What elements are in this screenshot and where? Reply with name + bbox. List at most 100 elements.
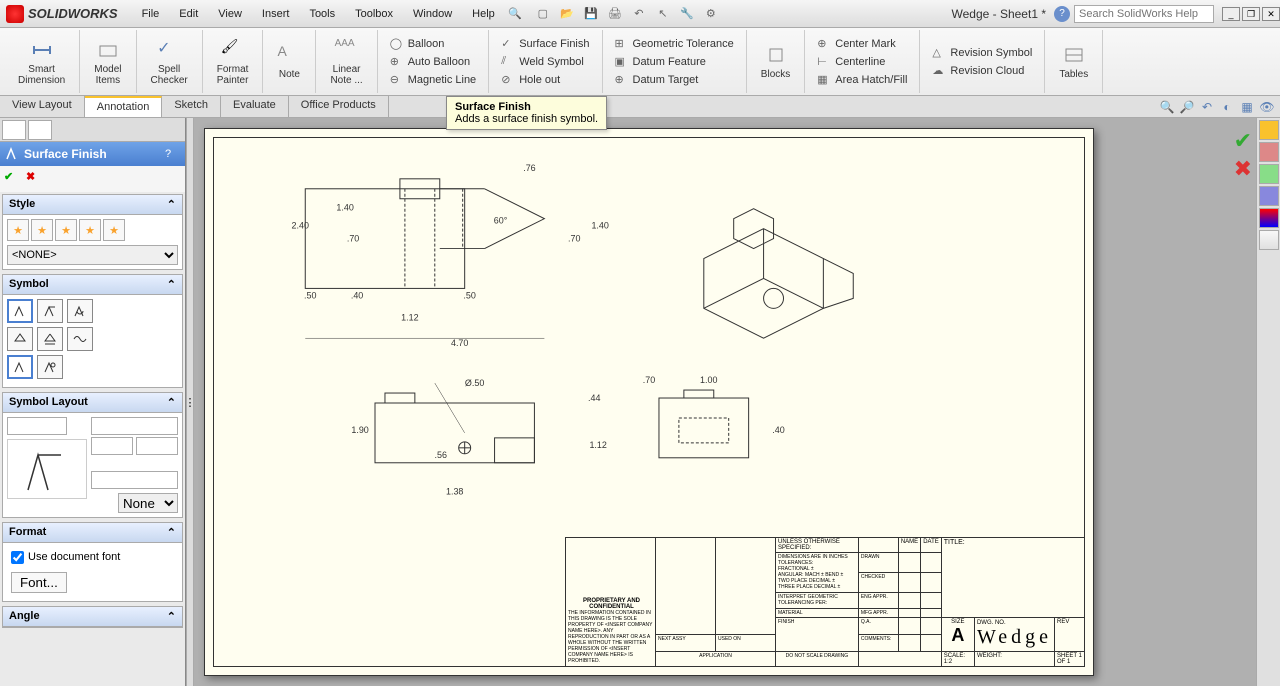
blocks-button[interactable]: Blocks xyxy=(755,41,796,82)
confirm-cancel-icon[interactable]: ✖ xyxy=(1234,156,1252,182)
pm-tab-feature-tree[interactable] xyxy=(2,120,26,140)
symbol-basic[interactable] xyxy=(7,299,33,323)
style-load-icon[interactable]: ★ xyxy=(103,219,125,241)
tab-view-layout[interactable]: View Layout xyxy=(0,96,85,117)
style-select[interactable]: <NONE> xyxy=(7,245,178,265)
open-icon[interactable]: 📂 xyxy=(557,4,577,24)
print-icon[interactable]: 🖨 xyxy=(605,4,625,24)
format-painter-button[interactable]: 🖌 Format Painter xyxy=(211,36,255,88)
drawing-canvas[interactable]: .76 1.40 2.40 1.40 .70 .70 60° .50 .40 .… xyxy=(194,118,1256,686)
collapse-icon: ⌃ xyxy=(167,610,176,623)
pm-style-header[interactable]: Style⌃ xyxy=(3,195,182,215)
hide-show-icon[interactable]: 👁 xyxy=(1258,98,1276,116)
zoom-area-icon[interactable]: 🔎 xyxy=(1178,98,1196,116)
new-icon[interactable]: ▢ xyxy=(533,4,553,24)
menu-toolbox[interactable]: Toolbox xyxy=(345,4,403,24)
pm-symbol-header[interactable]: Symbol⌃ xyxy=(3,275,182,295)
symbol-jis-mach[interactable] xyxy=(37,327,63,351)
menu-help[interactable]: Help xyxy=(462,4,505,24)
spell-checker-button[interactable]: ✓ Spell Checker xyxy=(145,36,194,88)
menu-window[interactable]: Window xyxy=(403,4,462,24)
taskpane-resources-icon[interactable] xyxy=(1259,120,1279,140)
tab-office-products[interactable]: Office Products xyxy=(289,96,389,117)
centerline-button[interactable]: ⊢Centerline xyxy=(813,54,911,70)
pm-cancel-button[interactable]: ✖ xyxy=(26,170,44,188)
tab-sketch[interactable]: Sketch xyxy=(162,96,221,117)
taskpane-custom-props-icon[interactable] xyxy=(1259,230,1279,250)
pm-angle-header[interactable]: Angle⌃ xyxy=(3,607,182,627)
layout-field-b[interactable] xyxy=(91,417,178,435)
help-search-input[interactable] xyxy=(1074,5,1214,23)
auto-balloon-button[interactable]: ⊕Auto Balloon xyxy=(386,54,481,70)
menu-tools[interactable]: Tools xyxy=(299,4,345,24)
note-button[interactable]: A Note xyxy=(271,41,307,82)
menu-insert[interactable]: Insert xyxy=(252,4,300,24)
menu-view[interactable]: View xyxy=(208,4,252,24)
confirm-ok-icon[interactable]: ✔ xyxy=(1234,128,1252,154)
area-hatch-button[interactable]: ▦Area Hatch/Fill xyxy=(813,72,911,88)
layout-field-c[interactable] xyxy=(91,437,133,455)
display-style-icon[interactable]: ▦ xyxy=(1238,98,1256,116)
menu-edit[interactable]: Edit xyxy=(169,4,208,24)
style-save-icon[interactable]: ★ xyxy=(79,219,101,241)
smart-dimension-button[interactable]: Smart Dimension xyxy=(12,36,71,88)
magnetic-line-button[interactable]: ⊖Magnetic Line xyxy=(386,72,481,88)
center-mark-button[interactable]: ⊕Center Mark xyxy=(813,36,911,52)
zoom-fit-icon[interactable]: 🔍 xyxy=(1158,98,1176,116)
taskpane-design-lib-icon[interactable] xyxy=(1259,142,1279,162)
menu-file[interactable]: File xyxy=(132,4,170,24)
datum-feature-button[interactable]: ▣Datum Feature xyxy=(611,54,738,70)
surface-finish-button[interactable]: ✓Surface Finish xyxy=(497,36,593,52)
revision-symbol-button[interactable]: △Revision Symbol xyxy=(928,45,1036,61)
revision-cloud-button[interactable]: ☁Revision Cloud xyxy=(928,63,1036,79)
hole-callout-button[interactable]: ⊘Hole out xyxy=(497,72,593,88)
svg-text:4.70: 4.70 xyxy=(451,338,468,348)
taskpane-file-explorer-icon[interactable] xyxy=(1259,164,1279,184)
layout-field-a[interactable] xyxy=(7,417,67,435)
style-del-icon[interactable]: ★ xyxy=(55,219,77,241)
symbol-wave[interactable] xyxy=(67,327,93,351)
restore-button[interactable]: ❐ xyxy=(1242,7,1260,21)
layout-field-e[interactable] xyxy=(91,471,178,489)
model-items-button[interactable]: Model Items xyxy=(88,36,127,88)
rebuild-icon[interactable]: 🔧 xyxy=(677,4,697,24)
close-button[interactable]: ✕ xyxy=(1262,7,1280,21)
panel-splitter[interactable]: ⋮ xyxy=(186,118,194,686)
tb-scale: SCALE: 1:2 xyxy=(941,651,974,666)
prev-view-icon[interactable]: ↶ xyxy=(1198,98,1216,116)
use-doc-font-checkbox[interactable] xyxy=(11,551,24,564)
tables-button[interactable]: Tables xyxy=(1053,41,1094,82)
layout-field-d[interactable] xyxy=(136,437,178,455)
tab-annotation[interactable]: Annotation xyxy=(85,96,163,117)
minimize-button[interactable]: _ xyxy=(1222,7,1240,21)
pm-help-icon[interactable]: ? xyxy=(165,148,181,160)
undo-icon[interactable]: ↶ xyxy=(629,4,649,24)
options-icon[interactable]: ⚙ xyxy=(701,4,721,24)
select-icon[interactable]: ↖ xyxy=(653,4,673,24)
search-icon[interactable]: 🔍 xyxy=(505,4,525,24)
balloon-button[interactable]: ◯Balloon xyxy=(386,36,481,52)
save-icon[interactable]: 💾 xyxy=(581,4,601,24)
section-view-icon[interactable]: ◐ xyxy=(1218,98,1236,116)
symbol-local[interactable] xyxy=(37,355,63,379)
linear-note-button[interactable]: AAA Linear Note ... xyxy=(324,36,368,88)
taskpane-view-palette-icon[interactable] xyxy=(1259,186,1279,206)
pm-tab-property-mgr[interactable] xyxy=(28,120,52,140)
layout-lay-select[interactable]: None xyxy=(118,493,178,513)
pm-ok-button[interactable]: ✔ xyxy=(4,170,22,188)
weld-symbol-button[interactable]: ⫽Weld Symbol xyxy=(497,54,593,70)
style-new-icon[interactable]: ★ xyxy=(7,219,29,241)
pm-layout-header[interactable]: Symbol Layout⌃ xyxy=(3,393,182,413)
geometric-tolerance-button[interactable]: ⊞Geometric Tolerance xyxy=(611,36,738,52)
symbol-allaround[interactable] xyxy=(7,355,33,379)
symbol-no-machining[interactable] xyxy=(67,299,93,323)
symbol-machining[interactable] xyxy=(37,299,63,323)
style-add-icon[interactable]: ★ xyxy=(31,219,53,241)
font-button[interactable]: Font... xyxy=(11,572,67,593)
tab-evaluate[interactable]: Evaluate xyxy=(221,96,289,117)
pm-format-header[interactable]: Format⌃ xyxy=(3,523,182,543)
ribbon-group-datum: ⊞Geometric Tolerance ▣Datum Feature ⊕Dat… xyxy=(603,30,747,93)
taskpane-appearances-icon[interactable] xyxy=(1259,208,1279,228)
symbol-jis-basic[interactable] xyxy=(7,327,33,351)
datum-target-button[interactable]: ⊕Datum Target xyxy=(611,72,738,88)
